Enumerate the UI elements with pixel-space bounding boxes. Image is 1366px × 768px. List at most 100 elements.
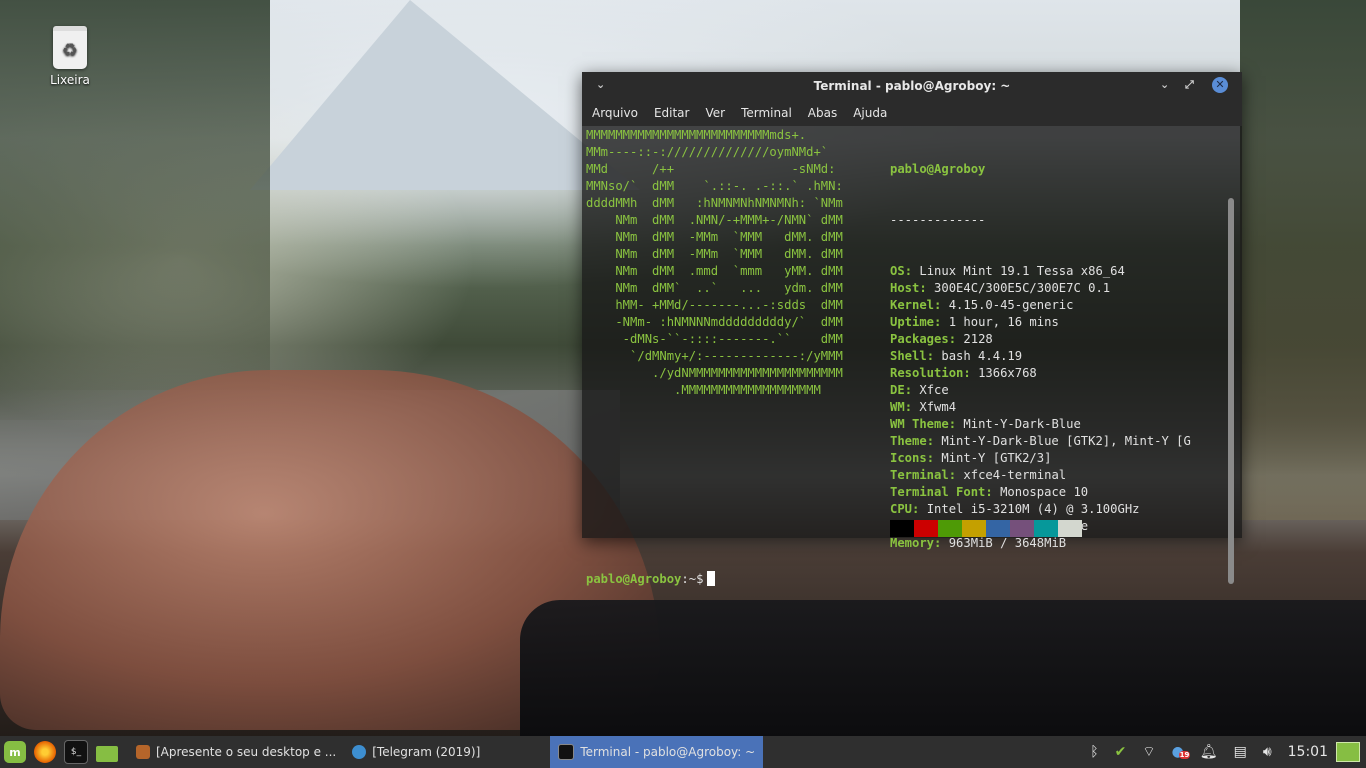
logo-line: `/dMNmy+/:-------------:/yMMM <box>586 349 843 363</box>
palette-swatch <box>962 520 986 537</box>
menu-terminal[interactable]: Terminal <box>741 106 792 120</box>
shield-icon[interactable]: ✔ <box>1115 744 1127 760</box>
background-dashboard <box>520 600 1366 740</box>
logo-line: ./ydNMMMMMMMMMMMMMMMMMMMMM <box>586 366 843 380</box>
info-value: bash 4.4.19 <box>941 349 1023 363</box>
info-row: Memory: 963MiB / 3648MiB <box>890 535 1220 552</box>
firefox-icon[interactable] <box>34 741 56 763</box>
terminal-output[interactable]: MMMMMMMMMMMMMMMMMMMMMMMMMmds+. MMm----::-… <box>582 126 1234 586</box>
info-colon: : <box>904 383 920 397</box>
info-colon: : <box>963 366 979 380</box>
palette-swatch <box>986 520 1010 537</box>
info-key: Host <box>890 281 920 295</box>
info-value: 4.15.0-45-generic <box>948 298 1074 312</box>
info-row: Packages: 2128 <box>890 331 1220 348</box>
info-value: Xfwm4 <box>919 400 957 414</box>
info-row: Theme: Mint-Y-Dark-Blue [GTK2], Mint-Y [… <box>890 433 1220 450</box>
info-key: WM Theme <box>890 417 949 431</box>
task-label: [Apresente o seu desktop e ... <box>156 745 337 759</box>
info-colon: : <box>926 451 942 465</box>
task-label: [Telegram (2019)] <box>372 745 481 759</box>
info-key: Resolution <box>890 366 964 380</box>
info-colon: : <box>904 264 920 278</box>
close-icon[interactable]: ✕ <box>1212 77 1228 93</box>
mint-menu-icon[interactable]: m <box>4 741 26 763</box>
bell-icon[interactable]: 🔔︎ <box>1200 744 1218 760</box>
menu-arquivo[interactable]: Arquivo <box>592 106 638 120</box>
maximize-icon[interactable]: ⤢ <box>1185 78 1194 92</box>
info-value: Mint-Y-Dark-Blue <box>963 417 1081 431</box>
prompt-user-host: pablo@Agroboy <box>586 572 682 586</box>
info-value: Monospace 10 <box>1000 485 1089 499</box>
info-row: Resolution: 1366x768 <box>890 365 1220 382</box>
info-row: Terminal Font: Monospace 10 <box>890 484 1220 501</box>
info-key: Packages <box>890 332 949 346</box>
terminal-window[interactable]: ⌄ Terminal - pablo@Agroboy: ~ ⌄ ⤢ ✕ Arqu… <box>582 72 1242 586</box>
folder-icon[interactable] <box>96 746 118 762</box>
logo-line: MMd /++ -sNMd: <box>586 162 836 176</box>
logo-line: .MMMMMMMMMMMMMMMMMMM <box>586 383 821 397</box>
clock[interactable]: 15:01 <box>1288 744 1328 760</box>
menu-ver[interactable]: Ver <box>705 106 725 120</box>
shell-prompt[interactable]: pablo@Agroboy:~$ <box>586 571 716 588</box>
terminal-launcher-icon[interactable]: $_ <box>64 740 88 764</box>
info-row: Host: 300E4C/300E5C/300E7C 0.1 <box>890 280 1220 297</box>
trash-icon: ♻ <box>53 26 87 69</box>
info-colon: : <box>904 400 920 414</box>
desktop-icon-trash[interactable]: ♻ Lixeira <box>44 26 96 87</box>
info-value: Linux Mint 19.1 Tessa x86_64 <box>919 264 1125 278</box>
info-row: Icons: Mint-Y [GTK2/3] <box>890 450 1220 467</box>
minimize-icon[interactable]: ⌄ <box>1160 78 1169 91</box>
info-value: 1 hour, 16 mins <box>948 315 1059 329</box>
logo-line: NMm dMM .NMN/-+MMM+-/NMN` dMM <box>586 213 843 227</box>
system-info: pablo@Agroboy ------------- OS: Linux Mi… <box>890 127 1220 586</box>
color-palette <box>890 520 1082 537</box>
info-colon: : <box>926 434 942 448</box>
info-row: CPU: Intel i5-3210M (4) @ 3.100GHz <box>890 501 1220 518</box>
logo-line: MMNso/` dMM `.::-. .-::.` .hMN: <box>586 179 843 193</box>
wifi-icon[interactable]: ⌔ <box>1142 743 1155 761</box>
task-telegram[interactable]: [Telegram (2019)] <box>344 736 488 768</box>
menu-abas[interactable]: Abas <box>808 106 837 120</box>
menu-ajuda[interactable]: Ajuda <box>853 106 887 120</box>
terminal-menubar: Arquivo Editar Ver Terminal Abas Ajuda <box>582 100 1242 126</box>
info-value: Mint-Y-Dark-Blue [GTK2], Mint-Y [G <box>941 434 1191 448</box>
info-value: 300E4C/300E5C/300E7C 0.1 <box>934 281 1111 295</box>
taskbar: m $_ [Apresente o seu desktop e ... [Tel… <box>0 736 1366 768</box>
info-key: Shell <box>890 349 927 363</box>
info-key: OS <box>890 264 905 278</box>
clipboard-icon[interactable]: ▤ <box>1234 744 1247 760</box>
terminal-titlebar[interactable]: ⌄ Terminal - pablo@Agroboy: ~ ⌄ ⤢ ✕ <box>582 72 1242 100</box>
update-icon[interactable]: ● 19 <box>1172 744 1191 760</box>
info-value: Mint-Y [GTK2/3] <box>941 451 1052 465</box>
menu-editar[interactable]: Editar <box>654 106 690 120</box>
logo-line: -NMm- :hNMNNNmdddddddddy/` dMM <box>586 315 843 329</box>
info-value: 1366x768 <box>978 366 1037 380</box>
info-colon: : <box>985 485 1001 499</box>
info-separator: ------------- <box>890 213 986 227</box>
palette-swatch <box>890 520 914 537</box>
palette-swatch <box>1058 520 1082 537</box>
logo-line: -dMNs-``-::::-------.`` dMM <box>586 332 843 346</box>
info-key: DE <box>890 383 905 397</box>
info-colon: : <box>912 502 927 516</box>
info-key: Uptime <box>890 315 935 329</box>
palette-swatch <box>1034 520 1058 537</box>
info-colon: : <box>948 417 964 431</box>
info-colon: : <box>919 281 935 295</box>
task-browser[interactable]: [Apresente o seu desktop e ... <box>128 736 344 768</box>
info-value: 963MiB / 3648MiB <box>948 536 1067 550</box>
window-menu-chevron-down-icon[interactable]: ⌄ <box>596 78 605 91</box>
task-terminal[interactable]: Terminal - pablo@Agroboy: ~ <box>550 736 764 768</box>
info-key: Terminal Font <box>890 485 986 499</box>
info-row: WM Theme: Mint-Y-Dark-Blue <box>890 416 1220 433</box>
info-value: xfce4-terminal <box>963 468 1067 482</box>
logo-line: NMm dMM -MMm `MMM dMM. dMM <box>586 247 843 261</box>
terminal-scrollbar[interactable] <box>1228 198 1234 584</box>
volume-icon[interactable]: 🔊︎ <box>1263 744 1272 760</box>
bluetooth-icon[interactable]: ᛒ <box>1090 744 1098 760</box>
show-desktop-button[interactable] <box>1336 742 1360 762</box>
logo-line: ddddMMh dMM :hNMNMNhNMNMNh: `NMm <box>586 196 843 210</box>
info-value: 2128 <box>963 332 993 346</box>
info-key: Kernel <box>890 298 935 312</box>
